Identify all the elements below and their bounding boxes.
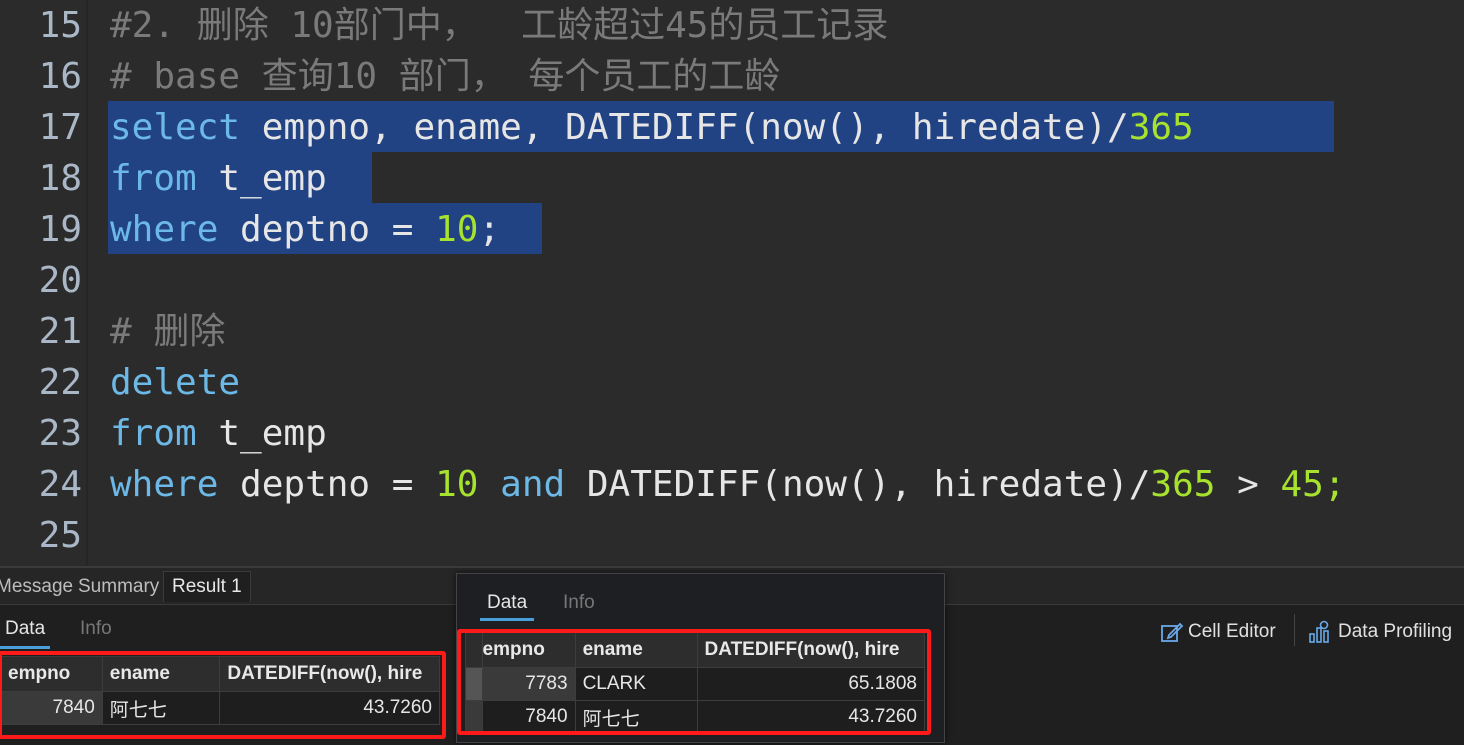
- tab-summary[interactable]: Summary: [78, 572, 159, 602]
- subtab-info[interactable]: Info: [80, 618, 112, 640]
- data-profiling-label: Data Profiling: [1338, 621, 1453, 643]
- line-number: 21: [38, 311, 82, 352]
- code-token: where: [110, 464, 219, 505]
- code-token: deptno =: [218, 209, 436, 250]
- code-text: where deptno = 10;: [110, 204, 500, 255]
- line-number: 20: [38, 260, 82, 301]
- line-number: 22: [38, 362, 82, 403]
- tab-message[interactable]: Message: [0, 572, 73, 602]
- code-token: # base 查询10 部门， 每个员工的工龄: [110, 56, 781, 97]
- subtab-data-underline: [0, 646, 50, 649]
- code-token: delete: [110, 362, 241, 403]
- pencil-icon: [1161, 622, 1184, 642]
- sql-editor[interactable]: 15 #2. 删除 10部门中， 工龄超过45的员工记录 16 # base 查询10…: [0, 0, 1464, 566]
- line-number: 18: [38, 158, 82, 199]
- code-text: # base 查询10 部门， 每个员工的工龄: [110, 51, 780, 102]
- gutter-separator: [86, 0, 88, 566]
- code-token: 365: [1150, 464, 1216, 505]
- code-token: 365: [1128, 107, 1194, 148]
- code-token: t_emp: [196, 158, 349, 199]
- highlight-box-left: [0, 651, 446, 739]
- cell-editor-button[interactable]: Cell Editor: [1160, 620, 1276, 644]
- overlay-subtab-info[interactable]: Info: [563, 592, 595, 614]
- code-text: select empno, ename, DATEDIFF(now(), hir…: [110, 102, 1215, 153]
- line-number: 24: [38, 464, 82, 505]
- overlay-subtab-underline: [480, 618, 534, 621]
- cell-editor-label: Cell Editor: [1188, 621, 1276, 643]
- line-number: 19: [38, 209, 82, 250]
- code-token: ;: [478, 209, 501, 250]
- code-token: empno, ename, DATEDIFF(now(), hiredate)/: [240, 107, 1129, 148]
- overlay-result-panel: Data Info empno ename DATEDIFF(now(), hi…: [456, 573, 945, 743]
- data-profiling-icon: [1309, 620, 1329, 643]
- code-token: >: [1215, 464, 1281, 505]
- code-text: where deptno = 10 and DATEDIFF(now(), hi…: [110, 459, 1346, 510]
- tool-separator: [1294, 614, 1295, 646]
- code-token: and: [500, 464, 566, 505]
- line-number: 15: [38, 5, 82, 46]
- code-token: where: [110, 209, 219, 250]
- code-text: delete: [110, 357, 240, 408]
- code-text: #2. 删除 10部门中， 工龄超过45的员工记录: [110, 0, 888, 51]
- code-token: # 删除: [110, 311, 226, 352]
- code-token: DATEDIFF(now(), hiredate)/: [565, 464, 1151, 505]
- line-number: 17: [38, 107, 82, 148]
- code-token: select: [110, 107, 241, 148]
- line-number: 25: [38, 515, 82, 556]
- code-token: 10: [435, 464, 479, 505]
- line-number: 16: [38, 56, 82, 97]
- code-token: #2. 删除 10部门中， 工龄超过45的员工记录: [110, 5, 889, 46]
- code-token: 10: [435, 209, 479, 250]
- code-token: from: [110, 413, 197, 454]
- code-text: from t_emp: [110, 153, 348, 204]
- overlay-subtab-data[interactable]: Data: [487, 592, 527, 614]
- line-number: 23: [38, 413, 82, 454]
- code-token: 45;: [1280, 464, 1346, 505]
- highlight-box-right: [457, 629, 931, 735]
- data-profiling-button[interactable]: Data Profiling: [1308, 620, 1452, 644]
- subtab-data[interactable]: Data: [5, 618, 45, 640]
- tab-result-1[interactable]: Result 1: [163, 571, 251, 602]
- code-text: # 删除: [110, 306, 225, 357]
- code-text: from t_emp: [110, 408, 327, 459]
- code-token: from: [110, 158, 197, 199]
- code-token: t_emp: [196, 413, 327, 454]
- code-token: deptno =: [218, 464, 436, 505]
